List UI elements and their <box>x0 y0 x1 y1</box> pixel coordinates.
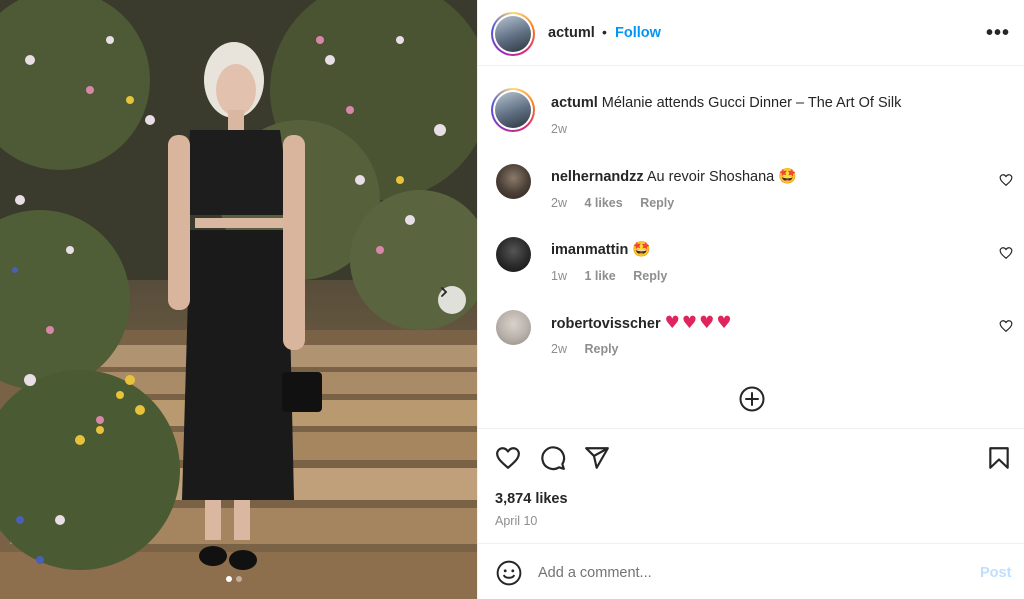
separator-dot: • <box>602 24 607 40</box>
comment-meta: 2w Reply <box>551 342 633 356</box>
star-struck-emoji: 🤩 <box>778 167 797 185</box>
commenter-avatar[interactable] <box>496 310 531 345</box>
carousel-indicator <box>226 576 242 582</box>
comment-bubble-icon[interactable] <box>540 445 566 471</box>
like-heart-icon[interactable] <box>495 445 521 471</box>
add-comment-bar: Post <box>478 543 1024 599</box>
commenter-avatar[interactable] <box>496 164 531 199</box>
post-side-panel: actuml • Follow ••• actuml Mélanie atten… <box>477 0 1024 599</box>
reply-button[interactable]: Reply <box>584 342 618 356</box>
comment-likes[interactable]: 4 likes <box>584 196 622 210</box>
post-photo[interactable] <box>0 0 477 599</box>
follow-button[interactable]: Follow <box>615 25 661 41</box>
comment-text: imanmattin 🤩 <box>551 240 651 258</box>
caption-username[interactable]: actuml <box>551 95 598 111</box>
commenter-username[interactable]: robertovisscher <box>551 316 661 332</box>
post-actions: 3,874 likes April 10 <box>478 428 1024 543</box>
star-struck-emoji: 🤩 <box>632 240 652 258</box>
commenter-avatar[interactable] <box>496 237 531 272</box>
caption-author-avatar[interactable] <box>491 88 535 132</box>
photo-illustration <box>0 0 477 599</box>
post-comment-button[interactable]: Post <box>980 565 1011 581</box>
chevron-right-icon <box>441 287 448 297</box>
load-more-comments-plus-icon[interactable] <box>738 385 766 413</box>
carousel-next-button[interactable] <box>438 286 466 314</box>
comment-meta: 1w 1 like Reply <box>551 269 681 283</box>
reply-button[interactable]: Reply <box>640 196 674 210</box>
commenter-username[interactable]: nelhernandzz <box>551 169 644 185</box>
comment-time[interactable]: 1w <box>551 269 567 283</box>
author-avatar[interactable] <box>491 12 535 56</box>
caption-meta: 2w <box>551 122 581 136</box>
like-comment-heart-icon[interactable] <box>999 173 1013 187</box>
red-hearts-emoji: ♥♥♥♥ <box>664 313 734 333</box>
comment-time[interactable]: 2w <box>551 342 567 356</box>
commenter-username[interactable]: imanmattin <box>551 242 628 258</box>
caption-time[interactable]: 2w <box>551 122 567 136</box>
more-options-icon[interactable]: ••• <box>986 22 1010 45</box>
carousel-dot-active <box>226 576 232 582</box>
comment-meta: 2w 4 likes Reply <box>551 196 688 210</box>
like-comment-heart-icon[interactable] <box>999 319 1013 333</box>
like-comment-heart-icon[interactable] <box>999 246 1013 260</box>
author-username[interactable]: actuml <box>548 25 595 41</box>
comment-time[interactable]: 2w <box>551 196 567 210</box>
carousel-dot <box>236 576 242 582</box>
comment-input[interactable] <box>538 559 958 587</box>
comment-body: Au revoir Shoshana <box>646 169 775 185</box>
caption-body: Mélanie attends Gucci Dinner – The Art O… <box>601 95 902 111</box>
comment-text: nelhernandzz Au revoir Shoshana 🤩 <box>551 167 797 185</box>
caption-text: actuml Mélanie attends Gucci Dinner – Th… <box>551 95 991 111</box>
post-header: actuml • Follow ••• <box>478 0 1024 66</box>
comment-text: robertovisscher ♥♥♥♥ <box>551 313 734 333</box>
post-date[interactable]: April 10 <box>495 514 537 528</box>
share-paper-plane-icon[interactable] <box>584 445 610 471</box>
likes-count[interactable]: 3,874 likes <box>495 491 568 507</box>
save-bookmark-icon[interactable] <box>986 445 1012 471</box>
comment-likes[interactable]: 1 like <box>584 269 615 283</box>
reply-button[interactable]: Reply <box>633 269 667 283</box>
emoji-smiley-icon[interactable] <box>496 560 522 586</box>
